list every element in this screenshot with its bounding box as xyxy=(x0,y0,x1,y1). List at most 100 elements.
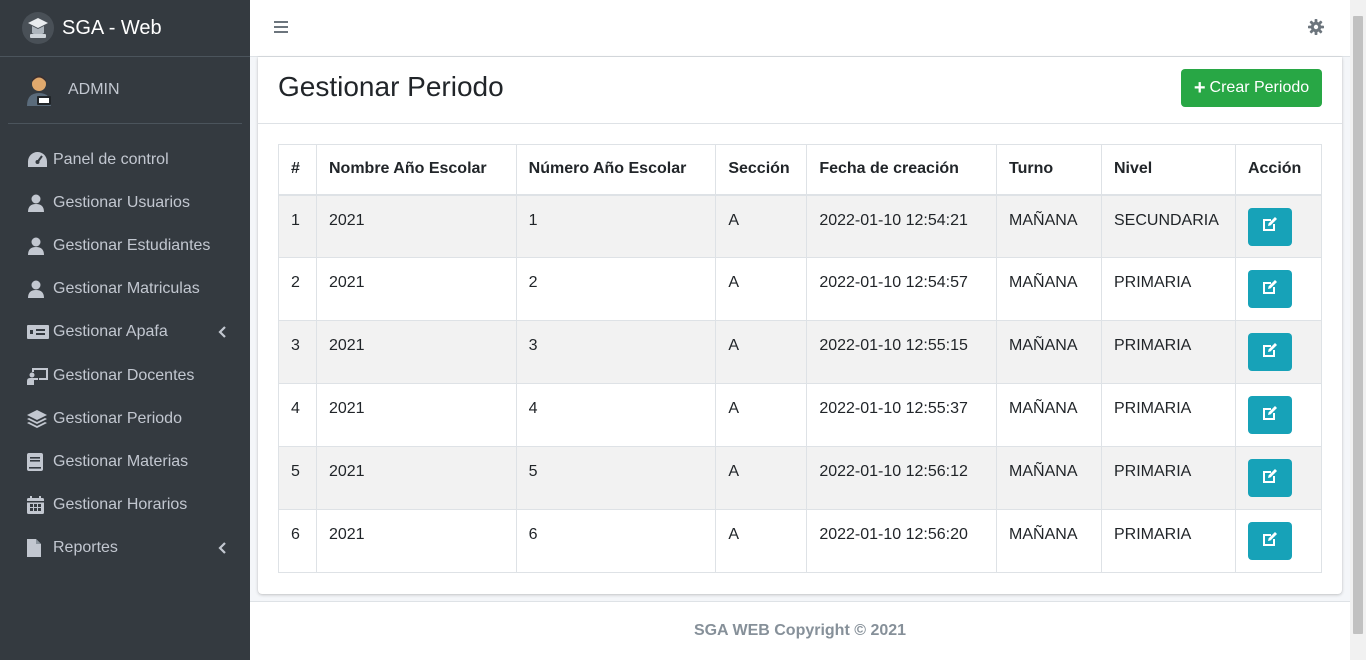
column-header: Nivel xyxy=(1100,144,1236,196)
cell-action xyxy=(1234,446,1323,510)
cell-year-number: 6 xyxy=(515,509,717,573)
cell-section: A xyxy=(715,320,808,384)
cell-level: PRIMARIA xyxy=(1100,257,1236,321)
cell-year-name: 2021 xyxy=(315,320,517,384)
brand-name: SGA - Web xyxy=(62,16,162,39)
sidebar-item-label: Reportes xyxy=(53,539,118,557)
table-row: 5 2021 5 A 2022-01-10 12:56:12 MAÑANA PR… xyxy=(278,446,1323,510)
edit-icon xyxy=(1262,279,1278,300)
chevron-left-icon xyxy=(218,541,226,559)
cell-action xyxy=(1234,257,1323,321)
period-card: Gestionar Periodo + Crear Periodo # Nomb… xyxy=(258,57,1342,594)
cell-created-at: 2022-01-10 12:55:37 xyxy=(806,383,998,447)
user-avatar-icon xyxy=(22,73,56,107)
cell-section: A xyxy=(715,446,808,510)
sidebar-item-panel-de-control[interactable]: Panel de control xyxy=(0,138,250,181)
column-header: Número Año Escolar xyxy=(515,144,717,196)
user-name: ADMIN xyxy=(68,81,120,98)
cell-id: 3 xyxy=(278,320,317,384)
cell-year-number: 1 xyxy=(515,194,717,258)
sidebar-nav: Panel de control Gestionar Usuarios Gest… xyxy=(0,124,250,570)
sidebar-item-label: Gestionar Estudiantes xyxy=(53,236,211,254)
cell-action xyxy=(1234,320,1323,384)
card-header: Gestionar Periodo + Crear Periodo xyxy=(258,57,1342,124)
sidebar-item-gestionar-periodo[interactable]: Gestionar Periodo xyxy=(0,397,250,440)
sidebar-item-label: Gestionar Periodo xyxy=(53,409,182,427)
create-period-button[interactable]: + Crear Periodo xyxy=(1181,69,1322,107)
cell-created-at: 2022-01-10 12:56:12 xyxy=(806,446,998,510)
table-row: 2 2021 2 A 2022-01-10 12:54:57 MAÑANA PR… xyxy=(278,257,1323,321)
cell-shift: MAÑANA xyxy=(996,257,1102,321)
edit-icon xyxy=(1262,405,1278,426)
cell-year-name: 2021 xyxy=(315,383,517,447)
cell-shift: MAÑANA xyxy=(996,194,1102,258)
plus-icon: + xyxy=(1193,77,1206,99)
sidebar-item-label: Panel de control xyxy=(53,150,169,168)
user-panel[interactable]: ADMIN xyxy=(8,57,242,124)
cell-shift: MAÑANA xyxy=(996,446,1102,510)
edit-icon xyxy=(1262,468,1278,489)
user-icon xyxy=(27,279,49,299)
page-scrollbar[interactable] xyxy=(1350,0,1366,660)
edit-icon xyxy=(1262,342,1278,363)
cell-id: 4 xyxy=(278,383,317,447)
cell-year-name: 2021 xyxy=(315,509,517,573)
hamburger-menu-icon[interactable] xyxy=(274,20,288,39)
cell-section: A xyxy=(715,509,808,573)
cell-level: SECUNDARIA xyxy=(1100,194,1236,258)
sidebar: SGA - Web ADMIN Panel de control Gestion xyxy=(0,0,250,660)
edit-button[interactable] xyxy=(1247,333,1292,371)
edit-button[interactable] xyxy=(1247,270,1292,308)
sidebar-item-label: Gestionar Apafa xyxy=(53,323,168,341)
table-header-row: # Nombre Año Escolar Número Año Escolar … xyxy=(278,144,1323,196)
column-header: Turno xyxy=(996,144,1102,196)
scrollbar-thumb[interactable] xyxy=(1353,16,1363,634)
school-logo-icon xyxy=(22,12,54,44)
cell-year-number: 5 xyxy=(515,446,717,510)
sidebar-item-gestionar-docentes[interactable]: Gestionar Docentes xyxy=(0,354,250,397)
top-navbar xyxy=(250,0,1350,57)
table-row: 4 2021 4 A 2022-01-10 12:55:37 MAÑANA PR… xyxy=(278,383,1323,447)
cell-section: A xyxy=(715,194,808,258)
sidebar-item-reportes[interactable]: Reportes xyxy=(0,527,250,570)
book-icon xyxy=(27,452,49,472)
cell-year-number: 2 xyxy=(515,257,717,321)
column-header: # xyxy=(278,144,317,196)
user-icon xyxy=(27,236,49,256)
cell-year-number: 3 xyxy=(515,320,717,384)
cell-id: 2 xyxy=(278,257,317,321)
edit-button[interactable] xyxy=(1247,396,1292,434)
cell-level: PRIMARIA xyxy=(1100,509,1236,573)
sidebar-item-gestionar-horarios[interactable]: Gestionar Horarios xyxy=(0,484,250,527)
column-header: Sección xyxy=(715,144,808,196)
sidebar-item-label: Gestionar Matriculas xyxy=(53,280,200,298)
cell-year-name: 2021 xyxy=(315,194,517,258)
table-row: 1 2021 1 A 2022-01-10 12:54:21 MAÑANA SE… xyxy=(278,194,1323,258)
sidebar-item-gestionar-usuarios[interactable]: Gestionar Usuarios xyxy=(0,181,250,224)
cell-id: 5 xyxy=(278,446,317,510)
sidebar-item-gestionar-matriculas[interactable]: Gestionar Matriculas xyxy=(0,268,250,311)
cell-created-at: 2022-01-10 12:54:21 xyxy=(806,194,998,258)
page-title: Gestionar Periodo xyxy=(278,71,504,102)
edit-button[interactable] xyxy=(1247,522,1292,560)
chalkboard-teacher-icon xyxy=(27,366,49,386)
edit-button[interactable] xyxy=(1247,207,1292,246)
money-bill-icon xyxy=(27,322,49,342)
table-row: 6 2021 6 A 2022-01-10 12:56:20 MAÑANA PR… xyxy=(278,509,1323,573)
column-header: Fecha de creación xyxy=(806,144,998,196)
sidebar-item-gestionar-materias[interactable]: Gestionar Materias xyxy=(0,440,250,483)
cell-section: A xyxy=(715,383,808,447)
cell-shift: MAÑANA xyxy=(996,509,1102,573)
file-icon xyxy=(27,538,49,558)
cell-action xyxy=(1234,194,1323,258)
cell-level: PRIMARIA xyxy=(1100,446,1236,510)
cell-created-at: 2022-01-10 12:55:15 xyxy=(806,320,998,384)
edit-button[interactable] xyxy=(1247,459,1292,497)
sidebar-item-gestionar-estudiantes[interactable]: Gestionar Estudiantes xyxy=(0,224,250,267)
edit-icon xyxy=(1262,216,1278,237)
column-header: Acción xyxy=(1234,144,1323,196)
sidebar-item-gestionar-apafa[interactable]: Gestionar Apafa xyxy=(0,311,250,354)
calendar-icon xyxy=(27,495,49,515)
brand-link[interactable]: SGA - Web xyxy=(0,0,250,57)
gear-icon[interactable] xyxy=(1308,19,1324,40)
